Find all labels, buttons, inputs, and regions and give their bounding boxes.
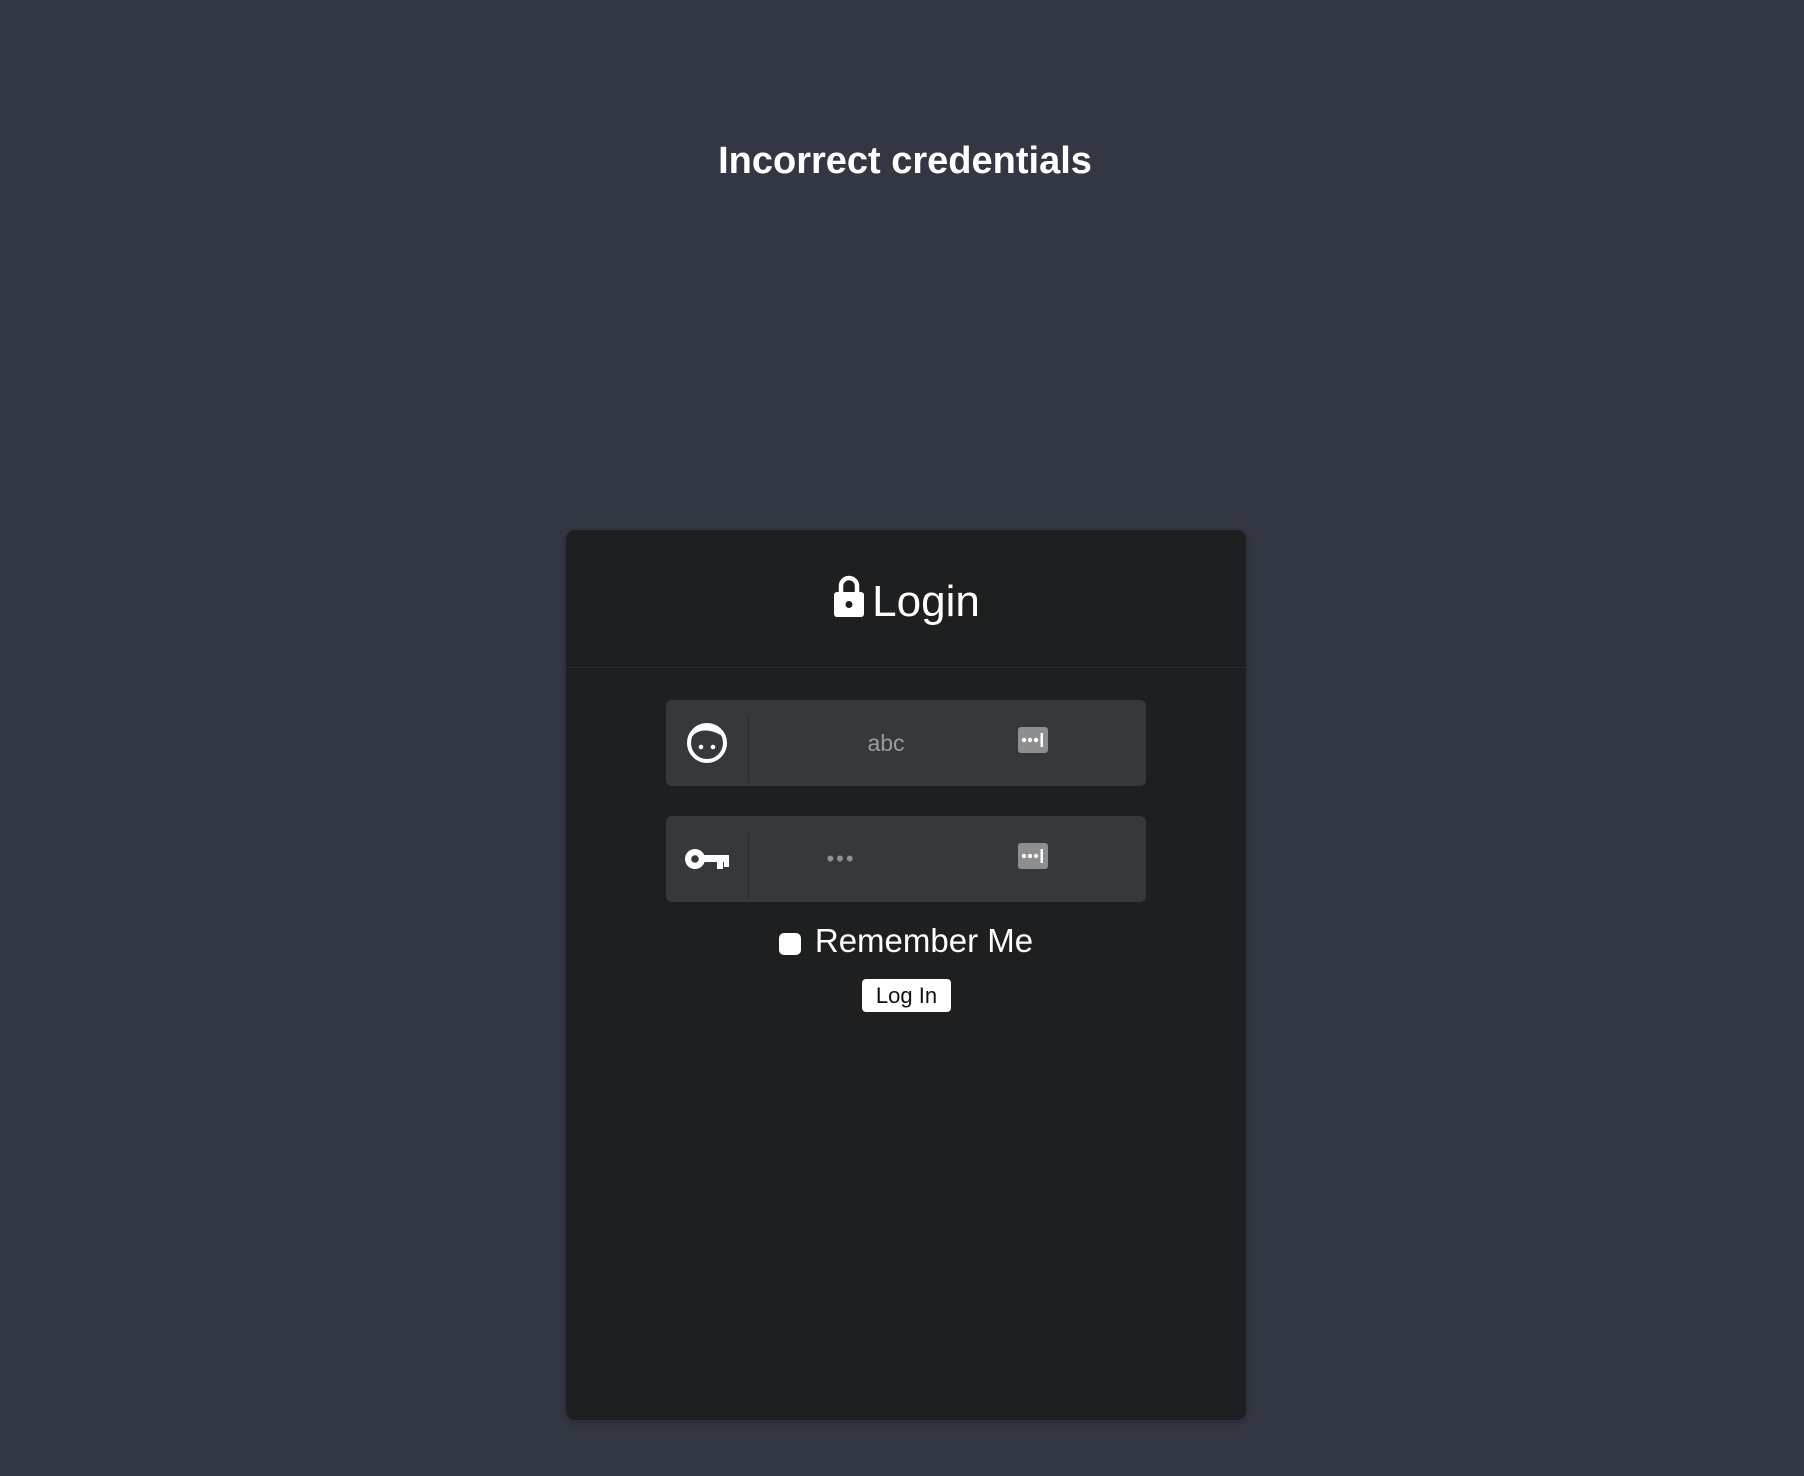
password-manager-icon[interactable] xyxy=(1018,843,1048,869)
log-in-button[interactable]: Log In xyxy=(862,979,951,1012)
username-input[interactable] xyxy=(756,700,1016,786)
remember-me-checkbox[interactable] xyxy=(778,933,801,955)
error-message: Incorrect credentials xyxy=(718,140,1092,182)
password-input[interactable]: ••• xyxy=(756,816,926,902)
login-card: Login abc ••• Remember Me Log In xyxy=(566,530,1246,1420)
key-icon xyxy=(666,816,748,902)
field-divider xyxy=(748,833,749,899)
password-field: ••• xyxy=(666,816,1146,902)
field-divider xyxy=(748,717,749,783)
login-page: Incorrect credentials Login abc ••• Reme… xyxy=(0,0,1804,1476)
lock-icon xyxy=(832,573,866,619)
username-field xyxy=(666,700,1146,786)
remember-me-row: Remember Me xyxy=(566,922,1246,960)
password-manager-icon[interactable] xyxy=(1018,727,1048,753)
login-title: Login xyxy=(872,576,980,626)
login-card-header: Login xyxy=(566,530,1246,668)
face-icon xyxy=(666,700,748,786)
remember-me-label[interactable]: Remember Me xyxy=(815,922,1033,960)
